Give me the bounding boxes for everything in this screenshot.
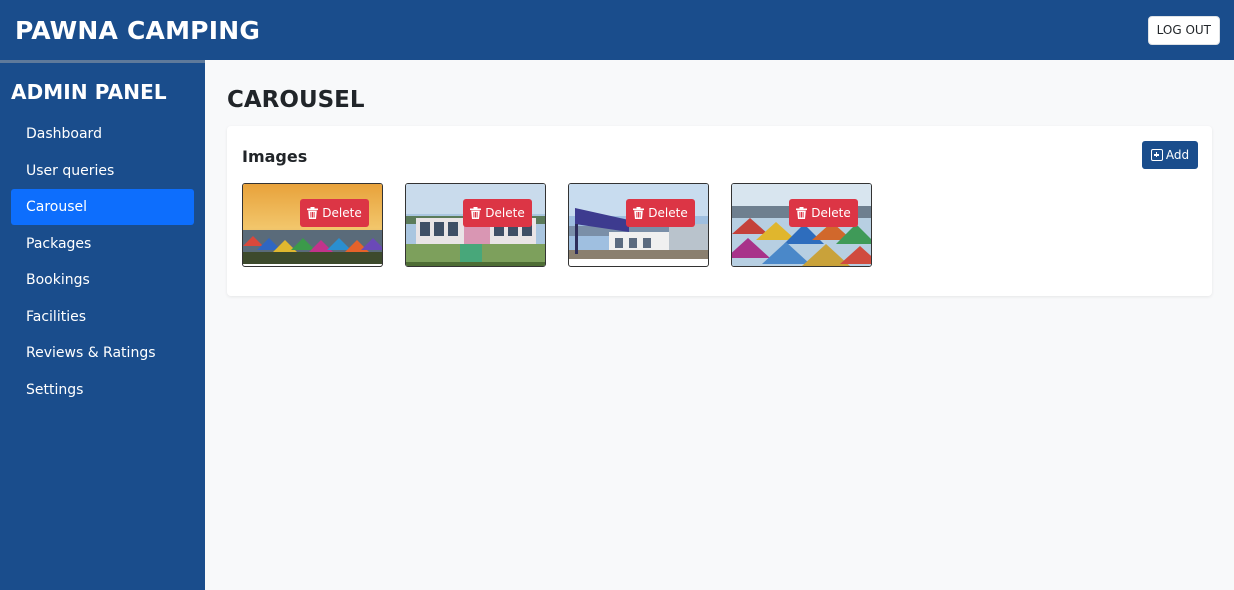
trash-icon (796, 207, 808, 219)
sidebar-item-facilities[interactable]: Facilities (11, 299, 194, 335)
trash-icon (307, 207, 319, 219)
sidebar-item-carousel[interactable]: Carousel (11, 189, 194, 225)
delete-image-button[interactable]: Delete (300, 199, 369, 227)
sidebar: ADMIN PANEL Dashboard User queries Carou… (0, 60, 205, 590)
delete-image-button[interactable]: Delete (463, 199, 532, 227)
sidebar-item-bookings[interactable]: Bookings (11, 262, 194, 298)
delete-button-label: Delete (322, 206, 362, 220)
carousel-image: Delete (242, 183, 383, 267)
main-content: CAROUSEL Images Add Delete Delete Delete… (205, 60, 1234, 590)
delete-image-button[interactable]: Delete (789, 199, 858, 227)
logout-button[interactable]: LOG OUT (1147, 15, 1220, 45)
carousel-image: Delete (405, 183, 546, 267)
sidebar-item-packages[interactable]: Packages (11, 226, 194, 262)
page-title: CAROUSEL (227, 87, 365, 113)
card-title: Images (242, 147, 308, 166)
delete-image-button[interactable]: Delete (626, 199, 695, 227)
images-card: Images Add Delete Delete Delete Delete (227, 126, 1212, 296)
sidebar-item-reviews-ratings[interactable]: Reviews & Ratings (11, 335, 194, 371)
image-list: Delete Delete Delete Delete (242, 183, 872, 267)
brand-title: PAWNA CAMPING (15, 15, 261, 45)
trash-icon (633, 207, 645, 219)
sidebar-title: ADMIN PANEL (11, 80, 167, 104)
sidebar-item-settings[interactable]: Settings (11, 372, 194, 408)
delete-button-label: Delete (485, 206, 525, 220)
sidebar-item-dashboard[interactable]: Dashboard (11, 116, 194, 152)
delete-button-label: Delete (811, 206, 851, 220)
plus-square-icon (1150, 149, 1163, 161)
sidebar-item-user-queries[interactable]: User queries (11, 153, 194, 189)
top-navbar: PAWNA CAMPING LOG OUT (0, 0, 1234, 60)
add-button-label: Add (1165, 148, 1190, 162)
delete-button-label: Delete (648, 206, 688, 220)
trash-icon (470, 207, 482, 219)
carousel-image: Delete (731, 183, 872, 267)
add-image-button[interactable]: Add (1142, 141, 1198, 169)
carousel-image: Delete (568, 183, 709, 267)
